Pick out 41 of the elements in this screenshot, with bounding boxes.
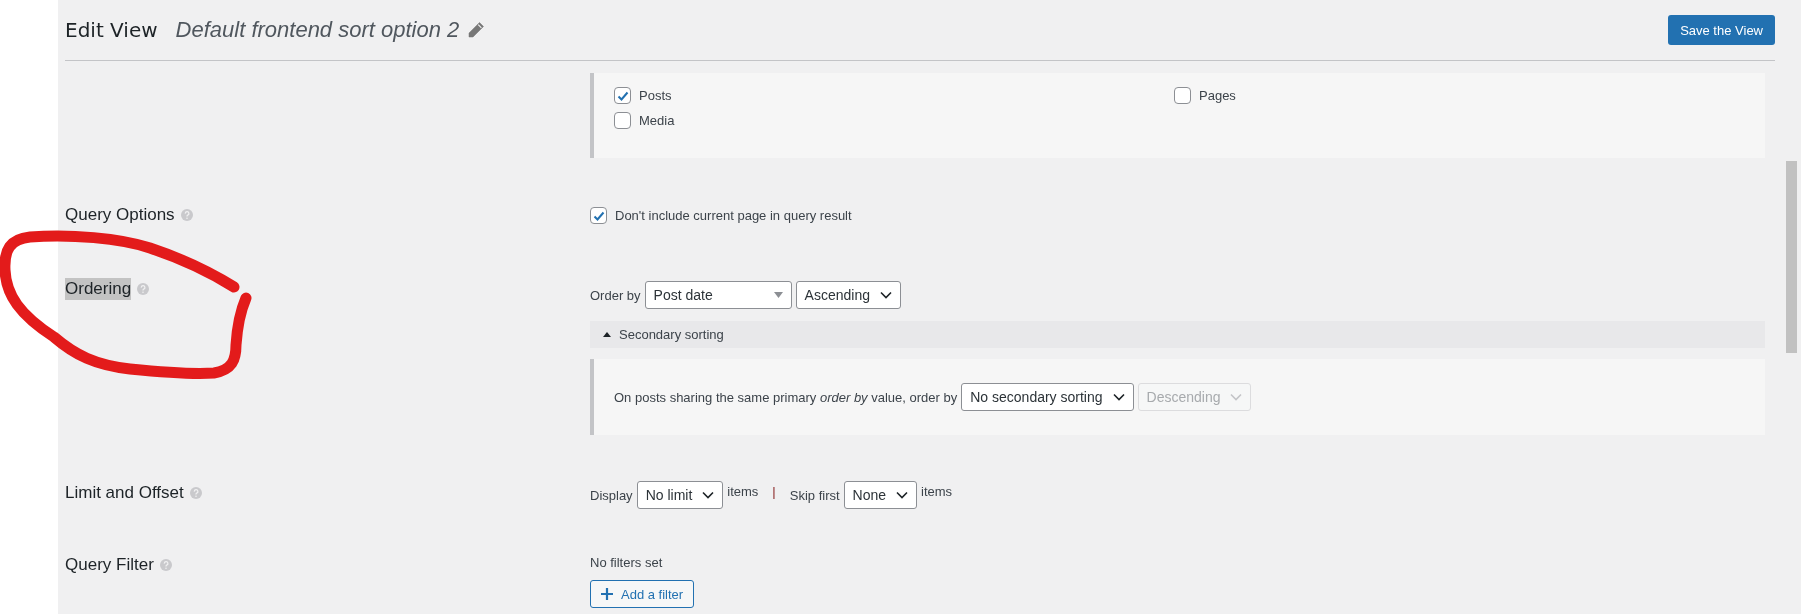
- display-label: Display: [590, 487, 633, 503]
- caret-icon: [603, 332, 611, 337]
- save-view-button[interactable]: Save the View: [1668, 15, 1775, 45]
- items-label: items: [727, 484, 759, 499]
- section-label: Limit and Offset: [65, 482, 184, 504]
- scrollbar-thumb[interactable]: [1786, 161, 1797, 353]
- skip-first-label: Skip first: [789, 487, 840, 503]
- separator: |: [772, 484, 776, 499]
- checkbox-label: Posts: [639, 88, 672, 103]
- order-by-label: Order by: [590, 287, 641, 303]
- order-by-select[interactable]: Post date: [644, 281, 792, 309]
- caret-icon: [773, 292, 783, 298]
- chevron-icon: [702, 491, 715, 499]
- checkbox[interactable]: [614, 112, 631, 129]
- checkbox-label: Media: [639, 113, 675, 128]
- secondary-order-select[interactable]: No secondary sorting: [961, 383, 1134, 411]
- checkbox-label: Pages: [1199, 88, 1236, 103]
- chevron-icon: [1230, 393, 1243, 401]
- section-label: Query Options: [65, 204, 175, 226]
- checkbox[interactable]: [590, 207, 607, 224]
- section-label: Ordering: [65, 278, 132, 300]
- direction-select[interactable]: Ascending: [795, 281, 901, 309]
- checkbox[interactable]: [614, 87, 631, 104]
- pencil-icon[interactable]: [467, 21, 486, 39]
- add-filter-button[interactable]: Add a filter: [590, 580, 695, 608]
- section-label: Query Filter: [65, 554, 154, 576]
- empty-filters-text: No filters set: [590, 555, 664, 570]
- chevron-icon: [1112, 393, 1125, 401]
- checkbox[interactable]: [1174, 87, 1191, 104]
- chevron-icon: [896, 491, 909, 499]
- view-name: Default frontend sort option 2: [175, 17, 460, 43]
- secondary-sorting-text: On posts sharing the same primary order by value, order by: [614, 389, 958, 405]
- checkbox-label: Don't include current page in query result: [615, 208, 852, 223]
- offset-select[interactable]: None: [843, 481, 918, 509]
- limit-select[interactable]: No limit: [636, 481, 724, 509]
- plus-icon: [601, 588, 613, 600]
- items-label: items: [921, 484, 953, 499]
- secondary-sorting-toggle[interactable]: Secondary sorting: [590, 321, 1765, 348]
- page-title: Edit View: [65, 18, 158, 42]
- secondary-direction-select: Descending: [1137, 383, 1252, 411]
- chevron-icon: [879, 291, 892, 299]
